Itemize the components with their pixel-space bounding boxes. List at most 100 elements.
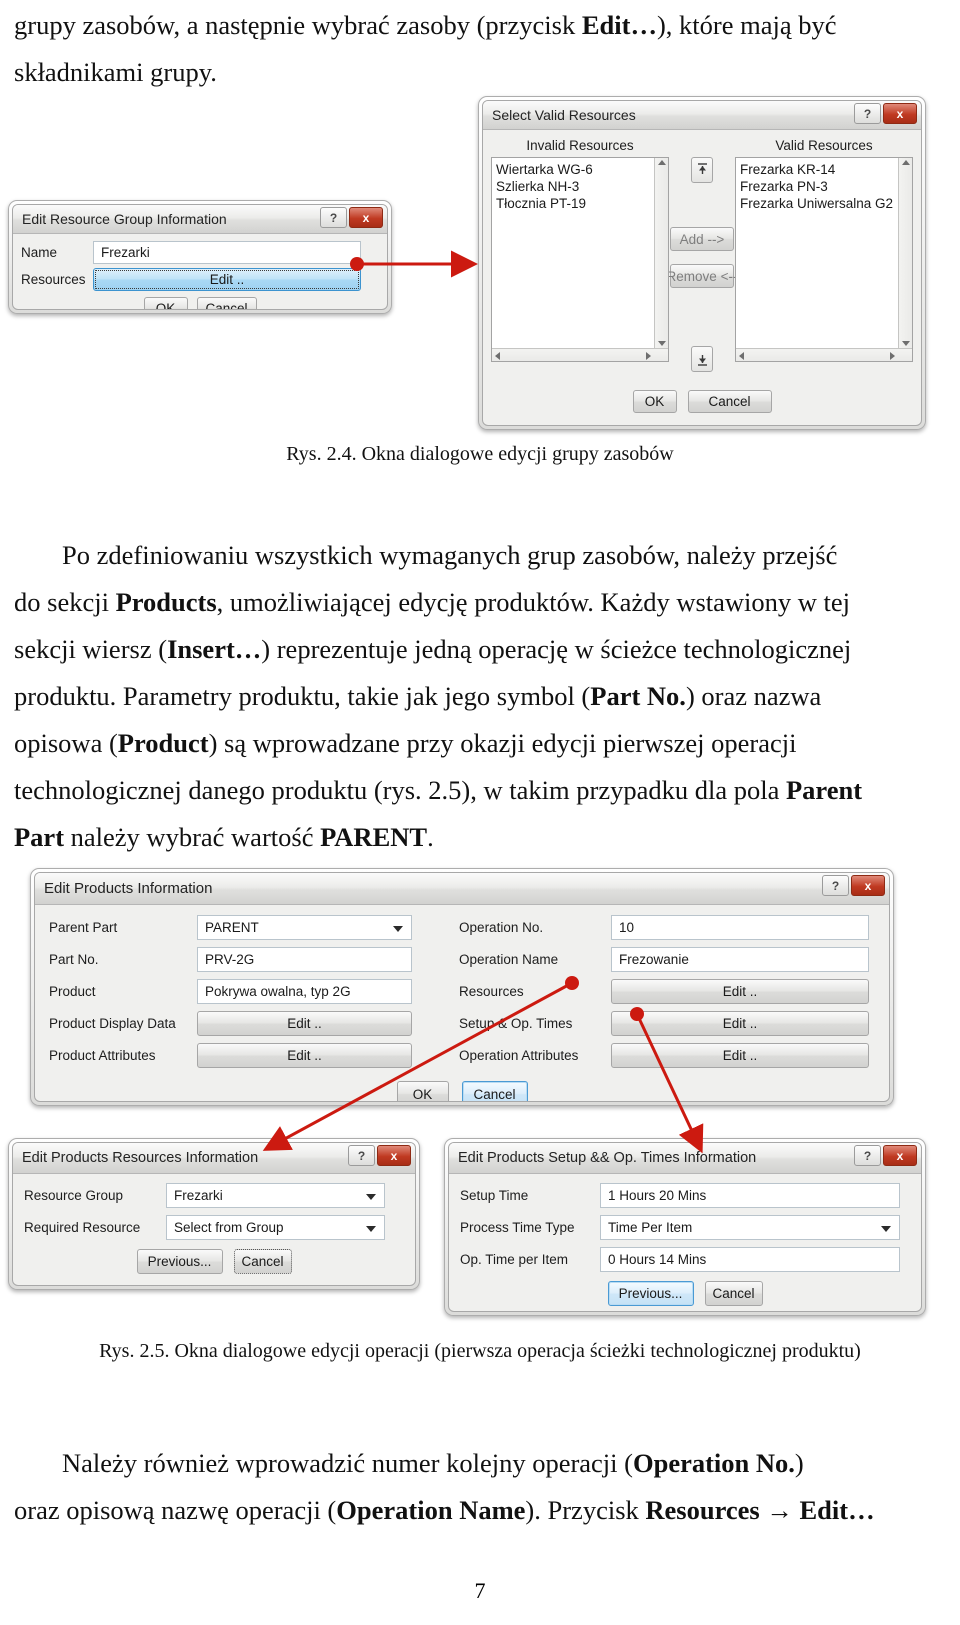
previous-button[interactable]: Previous... — [607, 1281, 694, 1306]
resource-group-combo[interactable]: Frezarki — [166, 1183, 385, 1208]
operation-no-input[interactable]: 10 — [611, 915, 870, 940]
edit-products-resources-dialog[interactable]: Edit Products Resources Information ? x … — [8, 1138, 420, 1290]
document-page: grupy zasobów, a następnie wybrać zasoby… — [0, 0, 960, 1625]
help-icon[interactable]: ? — [854, 103, 881, 124]
scroll-down-icon[interactable] — [902, 341, 910, 346]
scroll-right-icon[interactable] — [646, 352, 651, 360]
paragraph-bottom-bold-opno: Operation No. — [632, 1448, 795, 1478]
resources-edit-button[interactable]: Edit .. — [611, 979, 870, 1004]
field-row-product: Product Pokrywa owalna, typ 2G — [49, 979, 445, 1004]
cancel-button[interactable]: Cancel — [687, 390, 772, 413]
edit-setup-op-times-title: Edit Products Setup && Op. Times Informa… — [458, 1150, 757, 1166]
setup-time-input[interactable]: 1 Hours 20 Mins — [600, 1183, 900, 1208]
scroll-left-icon[interactable] — [495, 352, 500, 360]
product-display-data-edit-button[interactable]: Edit .. — [197, 1011, 412, 1036]
list-item[interactable]: Wiertarka WG-6 — [496, 161, 648, 178]
cancel-button[interactable]: Cancel — [196, 297, 257, 309]
paragraph-bottom-line2: oraz opisową nazwę operacji (Operation N… — [14, 1487, 946, 1534]
edit-setup-op-times-dialog[interactable]: Edit Products Setup && Op. Times Informa… — [444, 1138, 926, 1316]
close-icon[interactable]: x — [851, 875, 885, 896]
help-icon[interactable]: ? — [822, 875, 849, 896]
figure-caption-2-5: Rys. 2.5. Okna dialogowe edycji operacji… — [99, 1340, 861, 1362]
product-input[interactable]: Pokrywa owalna, typ 2G — [197, 979, 412, 1004]
horizontal-scrollbar[interactable] — [736, 348, 912, 361]
op-time-per-item-label: Op. Time per Item — [460, 1252, 569, 1267]
name-input[interactable]: Frezarki — [93, 241, 361, 264]
window-buttons: ? x — [852, 1145, 917, 1166]
paragraph-middle-line1: Po zdefiniowaniu wszystkich wymaganych g… — [14, 532, 946, 579]
valid-resources-listbox[interactable]: Frezarka KR-14 Frezarka PN-3 Frezarka Un… — [735, 157, 913, 362]
close-icon[interactable]: x — [349, 207, 383, 228]
help-icon[interactable]: ? — [348, 1145, 375, 1166]
field-row-part-no: Part No. PRV-2G — [49, 947, 445, 972]
part-no-input[interactable]: PRV-2G — [197, 947, 412, 972]
list-item[interactable]: Tłocznia PT-19 — [496, 195, 648, 212]
operation-name-input[interactable]: Frezowanie — [611, 947, 870, 972]
paragraph-middle-bold-insert: Insert… — [167, 634, 262, 664]
list-item[interactable]: Szlierka NH-3 — [496, 178, 648, 195]
help-icon[interactable]: ? — [320, 207, 347, 228]
scroll-left-icon[interactable] — [739, 352, 744, 360]
operation-attributes-edit-button[interactable]: Edit .. — [611, 1043, 870, 1068]
paragraph-middle-l4c: ) oraz nazwa — [685, 681, 822, 711]
vertical-scrollbar[interactable] — [654, 158, 668, 348]
field-row-resources: Resources Edit .. — [21, 268, 379, 291]
parent-part-combo[interactable]: PARENT — [197, 915, 412, 940]
cancel-button[interactable]: Cancel — [704, 1281, 763, 1306]
horizontal-scrollbar[interactable] — [492, 348, 668, 361]
scroll-down-icon[interactable] — [658, 341, 666, 346]
previous-button[interactable]: Previous... — [136, 1249, 223, 1274]
add-button[interactable]: Add --> — [670, 227, 734, 251]
window-buttons: ? x — [852, 103, 917, 124]
scroll-right-icon[interactable] — [890, 352, 895, 360]
paragraph-middle-l3a: sekcji wiersz ( — [14, 634, 168, 664]
setup-op-times-edit-button[interactable]: Edit .. — [611, 1011, 870, 1036]
remove-button[interactable]: Remove <-- — [667, 264, 737, 288]
paragraph-middle-bold-part: Part — [14, 822, 65, 852]
resources-edit-button[interactable]: Edit .. — [93, 268, 361, 291]
setup-op-times-label: Setup & Op. Times — [459, 1016, 573, 1031]
required-resource-combo[interactable]: Select from Group — [166, 1215, 385, 1240]
ok-button[interactable]: OK — [143, 297, 188, 309]
ok-button[interactable]: OK — [396, 1081, 449, 1101]
edit-resource-group-dialog[interactable]: Edit Resource Group Information ? x Name… — [8, 200, 392, 314]
edit-products-dialog[interactable]: Edit Products Information ? x Parent Par… — [30, 868, 894, 1106]
invalid-resources-listbox[interactable]: Wiertarka WG-6 Szlierka NH-3 Tłocznia PT… — [491, 157, 669, 362]
close-icon[interactable]: x — [883, 1145, 917, 1166]
help-icon[interactable]: ? — [854, 1145, 881, 1166]
field-row-required-resource: Required Resource Select from Group — [24, 1215, 404, 1240]
move-down-icon[interactable] — [691, 346, 713, 372]
paragraph-middle-line7: Part należy wybrać wartość PARENT. — [14, 814, 946, 861]
list-item[interactable]: Frezarka PN-3 — [740, 178, 894, 195]
paragraph-middle-line4: produktu. Parametry produktu, takie jak … — [14, 673, 946, 720]
process-time-type-combo[interactable]: Time Per Item — [600, 1215, 900, 1240]
vertical-scrollbar[interactable] — [898, 158, 912, 348]
paragraph-top-line1-c: ), które mają być — [656, 10, 837, 40]
resources-label: Resources — [459, 984, 524, 999]
operation-name-label: Operation Name — [459, 952, 559, 967]
product-attributes-edit-button[interactable]: Edit .. — [197, 1043, 412, 1068]
paragraph-bottom-l1a: Należy również wprowadzić numer kolejny … — [62, 1448, 633, 1478]
paragraph-bottom: Należy również wprowadzić numer kolejny … — [14, 1440, 946, 1534]
scroll-up-icon[interactable] — [902, 160, 910, 165]
product-label: Product — [49, 984, 96, 999]
cancel-button[interactable]: Cancel — [233, 1249, 292, 1274]
ok-button[interactable]: OK — [632, 390, 677, 413]
paragraph-bottom-l2c: ). Przycisk — [525, 1495, 646, 1525]
edit-resource-group-title: Edit Resource Group Information — [22, 211, 227, 227]
list-item[interactable]: Frezarka Uniwersalna G2 — [740, 195, 894, 212]
op-time-per-item-input[interactable]: 0 Hours 14 Mins — [600, 1247, 900, 1272]
edit-products-resources-titlebar: Edit Products Resources Information ? x — [13, 1143, 415, 1174]
close-icon[interactable]: x — [377, 1145, 411, 1166]
scroll-up-icon[interactable] — [658, 160, 666, 165]
close-icon[interactable]: x — [883, 103, 917, 124]
window-buttons: ? x — [318, 207, 383, 228]
select-valid-resources-dialog[interactable]: Select Valid Resources ? x Invalid Resou… — [478, 96, 926, 430]
page-number: 7 — [474, 1578, 486, 1603]
edit-products-left-column: Parent Part PARENT Part No. PRV-2G Produ… — [49, 915, 445, 1068]
move-up-icon[interactable] — [691, 157, 713, 183]
edit-products-resources-title: Edit Products Resources Information — [22, 1150, 259, 1166]
cancel-button[interactable]: Cancel — [461, 1081, 528, 1101]
paragraph-middle-l5a: opisowa ( — [14, 728, 118, 758]
list-item[interactable]: Frezarka KR-14 — [740, 161, 894, 178]
